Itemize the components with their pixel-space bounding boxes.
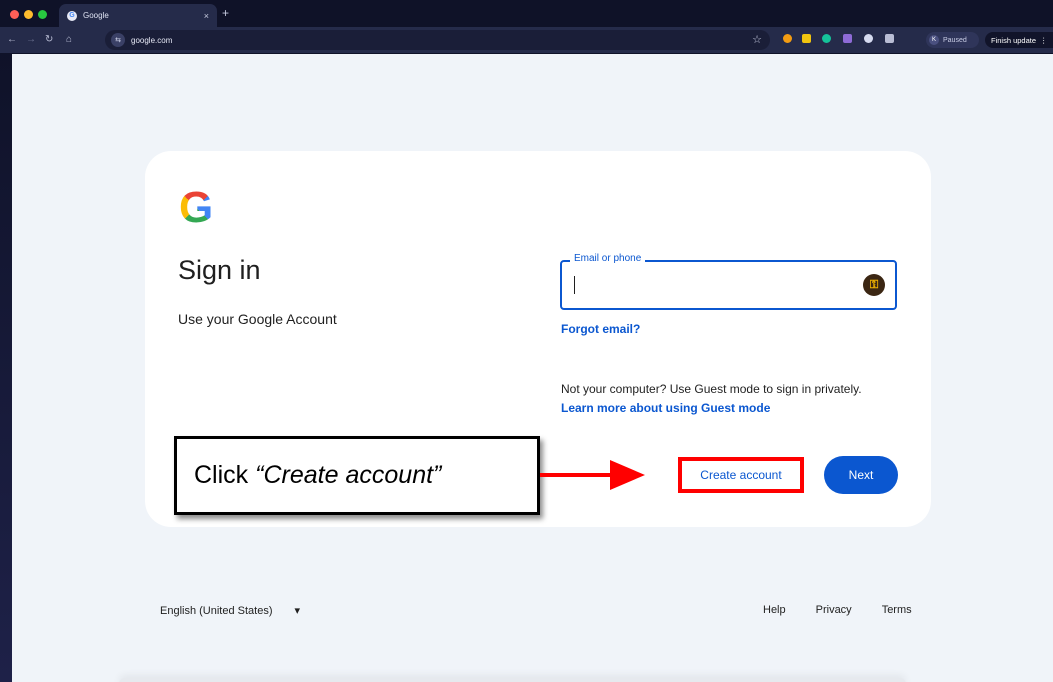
email-field-label: Email or phone [570,253,646,264]
extension-icon-1[interactable] [783,34,792,43]
google-logo-icon: G [179,183,214,232]
tab-close-icon[interactable]: × [204,11,209,21]
profile-avatar: K [929,35,939,45]
extension-icon-2[interactable] [802,34,811,43]
bottom-panel [119,678,906,682]
browser-toolbar: ← → ↻ ⌂ ⇆ google.com ☆ [0,27,1053,53]
language-selector[interactable]: English (United States) ▾ [160,604,301,618]
home-icon[interactable]: ⌂ [66,34,72,45]
finish-update-label: Finish update [991,35,1037,45]
minimize-window-button[interactable] [24,10,33,19]
forward-arrow-icon[interactable]: → [26,34,36,45]
extension-icon-4[interactable] [843,34,852,43]
instruction-callout: Click “Create account” [174,436,540,515]
guest-mode-link[interactable]: Learn more about using Guest mode [561,401,770,415]
pointer-arrow-icon [610,460,645,490]
page-viewport: G Sign in Use your Google Account Email … [12,54,1053,682]
bookmark-star-icon[interactable]: ☆ [752,33,762,46]
browser-tab-strip: G Google × + [0,0,1053,27]
maximize-window-button[interactable] [38,10,47,19]
page-title: Sign in [178,255,261,285]
new-tab-button[interactable]: + [222,6,229,20]
help-link[interactable]: Help [763,604,786,616]
chevron-down-icon: ▾ [294,605,301,617]
instruction-target: “Create account” [255,461,442,489]
google-favicon-icon: G [67,10,77,21]
next-button[interactable]: Next [824,456,898,494]
profile-button[interactable]: K Paused [926,32,979,48]
text-cursor [574,276,575,294]
back-arrow-icon[interactable]: ← [7,34,17,45]
address-url: google.com [131,35,173,45]
finish-update-button[interactable]: Finish update ⋮ [985,32,1053,48]
more-menu-icon[interactable]: ⋮ [1040,36,1048,45]
email-field[interactable]: Email or phone ⚿ [560,253,897,310]
address-bar[interactable]: ⇆ google.com ☆ [105,30,770,50]
instruction-prefix: Click [194,461,249,489]
extension-icon-5[interactable] [864,34,873,43]
password-manager-key-icon[interactable]: ⚿ [863,274,885,296]
create-account-button[interactable]: Create account [678,457,804,493]
terms-link[interactable]: Terms [882,604,912,616]
tab-title: Google [83,11,109,20]
browser-tab-google[interactable]: G Google × [59,4,217,27]
pointer-arrow-line [540,473,620,477]
extensions-puzzle-icon[interactable] [885,34,894,43]
forgot-email-link[interactable]: Forgot email? [561,322,640,336]
profile-status: Paused [943,36,967,44]
guest-mode-text: Not your computer? Use Guest mode to sig… [561,382,862,396]
privacy-link[interactable]: Privacy [816,604,852,616]
page-subtitle: Use your Google Account [178,311,337,327]
grammarly-extension-icon[interactable] [822,34,831,43]
language-label: English (United States) [160,604,273,617]
close-window-button[interactable] [10,10,19,19]
footer-links: Help Privacy Terms [763,604,912,616]
site-settings-icon[interactable]: ⇆ [111,33,125,47]
reload-icon[interactable]: ↻ [45,34,53,45]
